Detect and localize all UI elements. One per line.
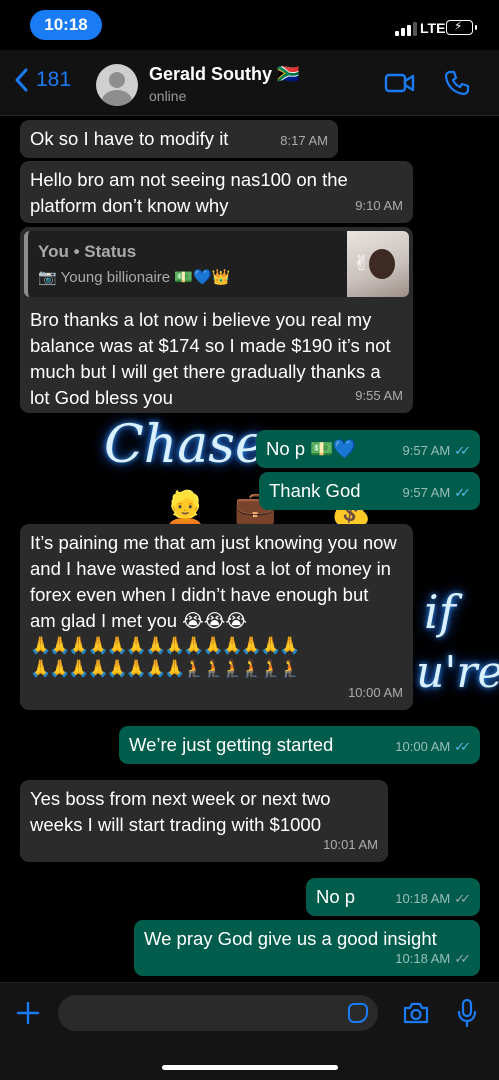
message-text: Hello bro am not seeing nas100 on the pl… (30, 169, 348, 216)
message-text: It’s paining me that am just knowing you… (30, 532, 397, 631)
message-incoming[interactable]: Hello bro am not seeing nas100 on the pl… (20, 161, 413, 223)
battery-icon: ⚡ (446, 19, 477, 35)
back-button[interactable]: 181 (14, 68, 71, 92)
chat-header: 181 Gerald Southy 🇿🇦 online (0, 50, 499, 116)
chevron-left-icon (15, 68, 28, 92)
message-text: No p (316, 886, 356, 907)
camera-icon[interactable] (402, 1001, 430, 1025)
message-incoming[interactable]: Ok so I have to modify it 8:17 AM (20, 120, 338, 158)
message-text: We pray God give us a good insight (144, 928, 437, 949)
unread-count: 181 (36, 68, 72, 91)
microphone-icon[interactable] (457, 998, 477, 1028)
message-time: 10:18 AM ✓✓ (395, 886, 471, 912)
sticker-icon[interactable] (348, 1003, 368, 1023)
wallpaper-text-if: if (424, 585, 456, 639)
home-indicator[interactable] (162, 1065, 338, 1070)
delivered-receipt-icon: ✓✓ (454, 891, 471, 906)
message-time: 10:00 AM (348, 685, 403, 700)
video-call-icon[interactable] (384, 72, 416, 94)
quote-title: You • Status (38, 242, 137, 261)
wallpaper-text-chase: Chase (104, 415, 266, 475)
message-text: No p 💵💙 (266, 438, 357, 459)
message-time: 9:57 AM ✓✓ (403, 438, 471, 464)
contact-status: online (149, 88, 187, 104)
emoji-row: 🙏🙏🙏🙏🙏🙏🙏🙏🧎🧎🧎🧎🧎🧎 (30, 659, 300, 678)
message-text: Ok so I have to modify it (30, 128, 229, 149)
delivered-receipt-icon: ✓✓ (454, 951, 471, 966)
status-time: 10:18 (30, 10, 102, 40)
read-receipt-icon: ✓✓ (454, 485, 471, 500)
message-time: 9:55 AM (355, 388, 403, 403)
emoji-row: 🙏🙏🙏🙏🙏🙏🙏🙏🙏🙏🙏🙏🙏🙏 (30, 636, 300, 655)
wallpaper-person-emoji: 👱 (164, 490, 207, 528)
message-incoming[interactable]: It’s paining me that am just knowing you… (20, 524, 413, 710)
message-input[interactable] (58, 995, 378, 1031)
status-bar: 10:18 LTE ⚡ (0, 0, 499, 50)
message-text: Thank God (269, 480, 361, 501)
message-time: 10:01 AM (323, 837, 378, 852)
phone-call-icon[interactable] (444, 70, 470, 96)
read-receipt-icon: ✓✓ (454, 443, 471, 458)
message-time: 8:17 AM (280, 133, 328, 148)
message-text: We’re just getting started (129, 734, 334, 755)
status-thumbnail: ✌ (347, 231, 409, 297)
message-text: Bro thanks a lot now i believe you real … (30, 309, 391, 408)
chat-area[interactable]: Chase if u're 👱 💼 💰 Ok so I have to modi… (0, 117, 499, 982)
quoted-status[interactable]: You • Status 📷 Young billionaire 💵💙👑 ✌ (24, 231, 409, 297)
message-time: 9:10 AM (355, 198, 403, 213)
peace-hand-icon: ✌ (353, 253, 370, 275)
message-text: Yes boss from next week or next two week… (30, 788, 331, 835)
message-outgoing[interactable]: Thank God 9:57 AM ✓✓ (259, 472, 480, 510)
message-outgoing[interactable]: No p 💵💙 9:57 AM ✓✓ (256, 430, 480, 468)
avatar[interactable] (96, 64, 138, 106)
camera-icon: 📷 (38, 269, 57, 286)
message-outgoing[interactable]: We’re just getting started 10:00 AM ✓✓ (119, 726, 480, 764)
contact-name[interactable]: Gerald Southy 🇿🇦 (149, 64, 299, 85)
quote-caption: 📷 Young billionaire 💵💙👑 (38, 269, 231, 286)
read-receipt-icon: ✓✓ (454, 739, 471, 754)
message-outgoing[interactable]: We pray God give us a good insight 10:18… (134, 920, 480, 976)
message-time: 10:18 AM ✓✓ (395, 946, 471, 972)
message-time: 9:57 AM ✓✓ (403, 480, 471, 506)
message-time: 10:00 AM ✓✓ (395, 734, 471, 760)
message-incoming-with-quote[interactable]: You • Status 📷 Young billionaire 💵💙👑 ✌ B… (20, 227, 413, 413)
signal-icon (395, 22, 417, 36)
message-outgoing[interactable]: No p 10:18 AM ✓✓ (306, 878, 480, 916)
network-type: LTE (420, 20, 446, 36)
message-incoming[interactable]: Yes boss from next week or next two week… (20, 780, 388, 862)
wallpaper-text-ure: u're (416, 647, 499, 698)
plus-icon[interactable] (16, 1001, 40, 1025)
